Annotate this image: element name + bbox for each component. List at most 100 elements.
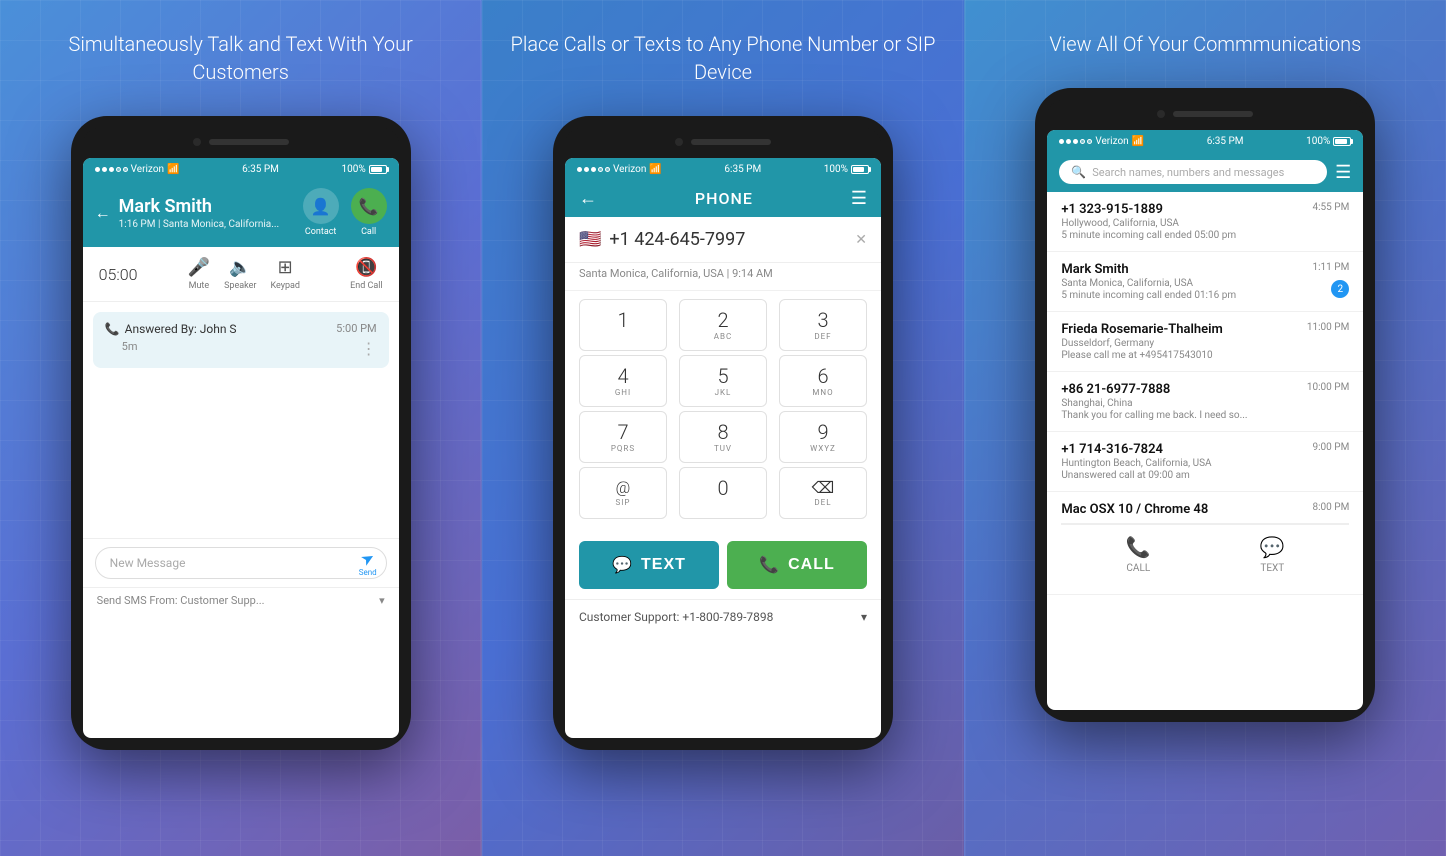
contact-icon: 👤 [303, 188, 339, 224]
call-header-top: ← Mark Smith 1:16 PM | Santa Monica, Cal… [95, 188, 387, 237]
carrier-right: Verizon [1095, 136, 1128, 147]
wifi-icon-left: 📶 [167, 164, 179, 175]
comm-name-4: +1 714-316-7824 [1061, 442, 1349, 457]
status-left-r: Verizon 📶 [1059, 136, 1144, 147]
comm-desc-3: Thank you for calling me back. I need so… [1061, 410, 1349, 421]
battery-pct-left: 100% [341, 164, 365, 175]
dot3 [109, 167, 114, 172]
sms-from-label: Send SMS From: Customer Supp... [97, 594, 265, 607]
end-call-button[interactable]: 📵 End Call [350, 257, 383, 291]
time-middle: 6:35 PM [724, 164, 761, 175]
key-2[interactable]: 2 ABC [679, 299, 767, 351]
phone-number-display[interactable]: +1 424-645-7997 [609, 229, 847, 250]
status-bar-middle: Verizon 📶 6:35 PM 100% [565, 158, 881, 180]
key-8[interactable]: 8 TUV [679, 411, 767, 463]
key-9[interactable]: 9 WXYZ [779, 411, 867, 463]
signal-dots-r [1059, 139, 1092, 144]
battery-right: 100% [1306, 136, 1330, 147]
call-timer: 05:00 [99, 265, 138, 284]
wifi-icon-middle: 📶 [649, 164, 661, 175]
text-button[interactable]: 💬 TEXT [579, 541, 719, 589]
comm-location-0: Hollywood, California, USA [1061, 218, 1349, 229]
comm-item-2[interactable]: Frieda Rosemarie-Thalheim Dusseldorf, Ge… [1047, 312, 1363, 372]
key-at[interactable]: @ SIP [579, 467, 667, 519]
keypad-icon: ⊞ [278, 257, 293, 278]
search-icon: 🔍 [1071, 165, 1086, 179]
log-more-icon[interactable]: ⋮ [361, 339, 377, 358]
header-actions: 👤 Contact 📞 Call [303, 188, 387, 237]
phone-notch-left [83, 128, 399, 156]
message-input[interactable]: New Message [95, 547, 387, 579]
call-duration: 5m [122, 340, 237, 353]
footer-text-label: TEXT [1260, 563, 1284, 574]
speaker-right [1173, 111, 1253, 117]
battery-m [851, 165, 869, 174]
key-1[interactable]: 1 [579, 299, 667, 351]
caller-location: 1:16 PM | Santa Monica, California... [119, 219, 280, 230]
speaker-middle [691, 139, 771, 145]
text-btn-label: TEXT [641, 556, 686, 574]
signal-dots [95, 167, 128, 172]
comm-desc-0: 5 minute incoming call ended 05:00 pm [1061, 230, 1349, 241]
key-7[interactable]: 7 PQRS [579, 411, 667, 463]
send-button[interactable]: ➤ Send [359, 549, 377, 577]
footer-text-icon: 💬 [1260, 535, 1285, 559]
send-icon: ➤ [357, 547, 378, 570]
keypad-row-1: 1 2 ABC 3 DEF [579, 299, 867, 351]
battery-r [1333, 137, 1351, 146]
call-log-item: 📞 Answered By: John S 5m 5:00 PM ⋮ [93, 312, 389, 368]
comm-footer: 📞 CALL 💬 TEXT [1061, 523, 1349, 584]
footer-text-action[interactable]: 💬 TEXT [1260, 535, 1285, 574]
key-3[interactable]: 3 DEF [779, 299, 867, 351]
dialer-menu-icon[interactable]: ☰ [851, 188, 867, 209]
call-icon: 📞 [351, 188, 387, 224]
comm-time-3: 10:00 PM [1307, 382, 1349, 393]
end-call-label: End Call [350, 281, 383, 291]
comm-item-5[interactable]: Mac OSX 10 / Chrome 48 8:00 PM 📞 CALL 💬 … [1047, 492, 1363, 595]
call-button[interactable]: 📞 CALL [727, 541, 867, 589]
call-button-header[interactable]: 📞 Call [351, 188, 387, 237]
sms-from-bar[interactable]: Send SMS From: Customer Supp... ▾ [83, 587, 399, 613]
mute-button[interactable]: 🎤 Mute [188, 257, 210, 291]
key-4[interactable]: 4 GHI [579, 355, 667, 407]
comm-time-2: 11:00 PM [1307, 322, 1349, 333]
clear-button[interactable]: ✕ [855, 232, 867, 248]
search-box[interactable]: 🔍 Search names, numbers and messages [1059, 160, 1327, 184]
call-controls: 05:00 🎤 Mute 🔈 Speaker ⊞ Keypad [83, 247, 399, 302]
caller-id-label: Customer Support: +1-800-789-7898 [579, 610, 773, 624]
message-input-wrapper: New Message ➤ Send [95, 547, 387, 579]
key-6[interactable]: 6 MNO [779, 355, 867, 407]
status-bar-left: Verizon 📶 6:35 PM 100% [83, 158, 399, 180]
keypad-button[interactable]: ⊞ Keypad [270, 257, 300, 291]
answered-by: 📞 Answered By: John S [105, 322, 237, 336]
dialer-back-icon[interactable]: ← [579, 188, 597, 209]
speaker-button[interactable]: 🔈 Speaker [224, 257, 256, 291]
back-arrow-icon[interactable]: ← [95, 203, 111, 223]
number-input-row: 🇺🇸 +1 424-645-7997 ✕ [565, 217, 881, 263]
comm-item-0[interactable]: +1 323-915-1889 Hollywood, California, U… [1047, 192, 1363, 252]
speaker-left [209, 139, 289, 145]
mute-icon: 🎤 [188, 257, 210, 278]
location-time: Santa Monica, California, USA | 9:14 AM [565, 263, 881, 291]
message-input-container: New Message ➤ Send [83, 538, 399, 587]
comm-item-3[interactable]: +86 21-6977-7888 Shanghai, China Thank y… [1047, 372, 1363, 432]
battery-fill-left [371, 167, 382, 172]
comm-item-4[interactable]: +1 714-316-7824 Huntington Beach, Califo… [1047, 432, 1363, 492]
keypad-row-3: 7 PQRS 8 TUV 9 WXYZ [579, 411, 867, 463]
comm-item-1[interactable]: Mark Smith Santa Monica, California, USA… [1047, 252, 1363, 312]
key-del[interactable]: ⌫ DEL [779, 467, 867, 519]
dot5 [123, 167, 128, 172]
phone-screen-right: Verizon 📶 6:35 PM 100% 🔍 Search names, n… [1047, 130, 1363, 710]
menu-icon-right[interactable]: ☰ [1335, 162, 1351, 183]
search-placeholder: Search names, numbers and messages [1092, 166, 1284, 179]
contact-button[interactable]: 👤 Contact [303, 188, 339, 237]
comm-location-3: Shanghai, China [1061, 398, 1349, 409]
time-left: 6:35 PM [242, 164, 279, 175]
footer-call-action[interactable]: 📞 CALL [1126, 535, 1151, 574]
caller-id-row[interactable]: Customer Support: +1-800-789-7898 ▾ [565, 599, 881, 634]
key-0[interactable]: 0 [679, 467, 767, 519]
battery-middle: 100% [824, 164, 848, 175]
keypad-label: Keypad [270, 281, 300, 291]
key-5[interactable]: 5 JKL [679, 355, 767, 407]
caller-name: Mark Smith [119, 196, 280, 217]
